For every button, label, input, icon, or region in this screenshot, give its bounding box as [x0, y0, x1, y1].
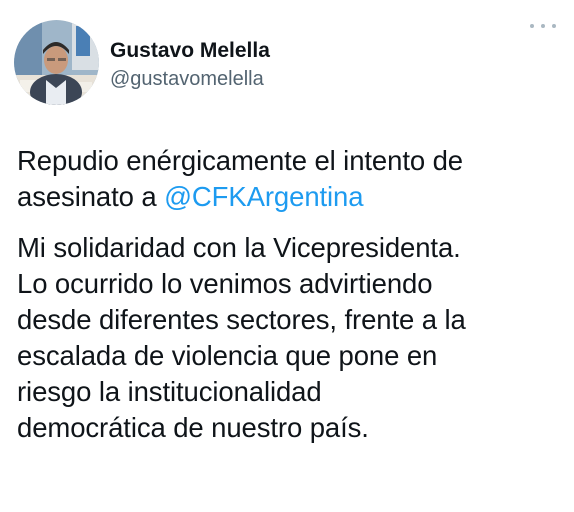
profile-photo-icon	[14, 20, 99, 105]
more-horizontal-icon	[530, 24, 534, 28]
tweet-text-segment: asesinato a	[17, 181, 165, 212]
tweet-line: riesgo la institucionalidad	[17, 376, 322, 407]
avatar[interactable]	[14, 20, 99, 105]
tweet-line: Repudio enérgicamente el intento de	[17, 145, 463, 176]
more-horizontal-icon	[541, 24, 545, 28]
author-names: Gustavo Melella @gustavomelella	[110, 38, 270, 92]
tweet-paragraph-1: Repudio enérgicamente el intento de ases…	[17, 143, 562, 215]
more-options-button[interactable]	[530, 20, 556, 32]
tweet-paragraph-2: Mi solidaridad con la Vicepresidenta. Lo…	[17, 230, 562, 446]
mention-link[interactable]: @CFKArgentina	[164, 181, 363, 212]
more-horizontal-icon	[552, 24, 556, 28]
tweet-header: Gustavo Melella @gustavomelella	[14, 20, 574, 106]
user-handle[interactable]: @gustavomelella	[110, 66, 270, 92]
tweet-card: Gustavo Melella @gustavomelella Repudio …	[0, 0, 574, 512]
tweet-line: asesinato a @CFKArgentina	[17, 179, 562, 215]
display-name[interactable]: Gustavo Melella	[110, 38, 270, 64]
tweet-line: Mi solidaridad con la Vicepresidenta.	[17, 232, 461, 263]
tweet-line: democrática de nuestro país.	[17, 412, 369, 443]
tweet-line: desde diferentes sectores, frente a la	[17, 304, 466, 335]
tweet-text: Repudio enérgicamente el intento de ases…	[17, 143, 562, 446]
tweet-line: Lo ocurrido lo venimos advirtiendo	[17, 268, 433, 299]
tweet-line: escalada de violencia que pone en	[17, 340, 438, 371]
